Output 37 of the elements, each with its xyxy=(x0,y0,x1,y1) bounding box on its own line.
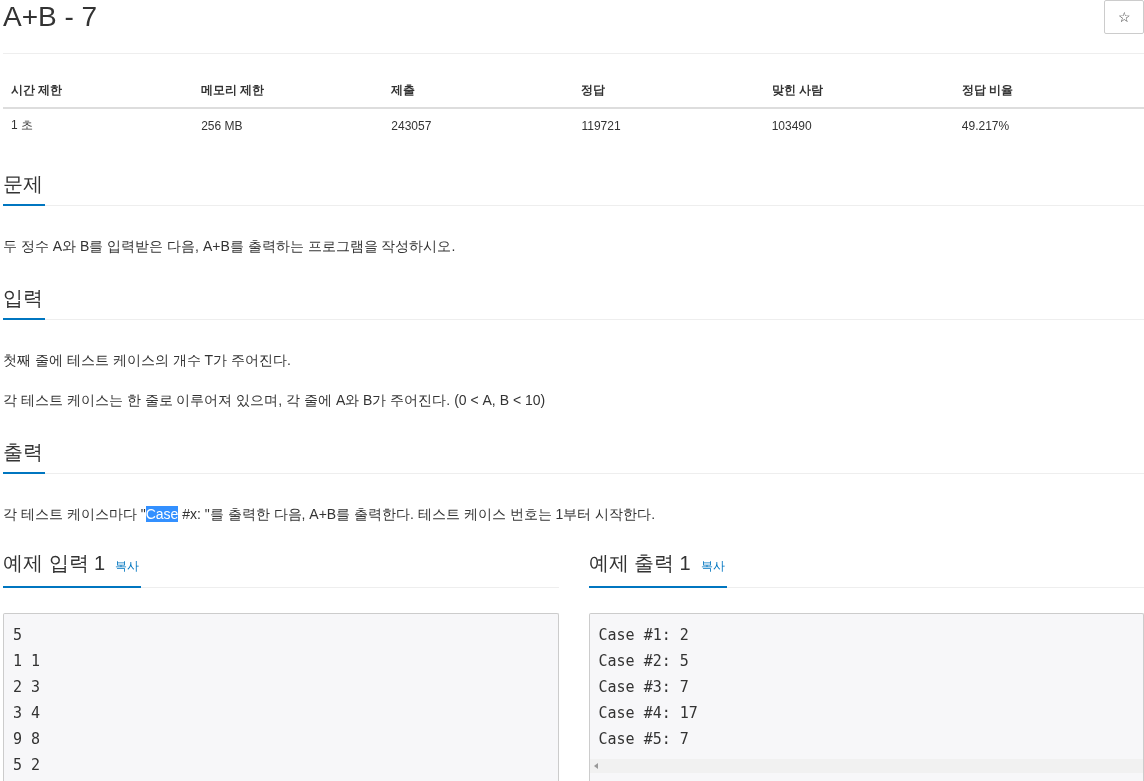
code-line: 2 3 xyxy=(13,677,42,698)
code-line: 3 4 xyxy=(13,703,42,724)
table-cell: 243057 xyxy=(383,108,574,142)
code-line: 5 xyxy=(13,625,24,646)
horizontal-scrollbar[interactable] xyxy=(589,759,1143,773)
column-header: 메모리 제한 xyxy=(193,74,384,108)
column-header: 시간 제한 xyxy=(3,74,194,108)
code-line: 1 1 xyxy=(13,651,42,672)
table-cell: 49.217% xyxy=(953,108,1144,142)
paragraph: 각 테스트 케이스마다 "Case #x: "를 출력한 다음, A+B를 출력한다. 테스트 케이스 번호는 1부터 시작한다. xyxy=(3,505,657,524)
table-cell: 256 MB xyxy=(193,108,384,142)
section-heading: 출력 xyxy=(3,440,45,474)
sample-heading: 예제 입력 1 xyxy=(3,551,106,575)
paragraph: 각 테스트 케이스는 한 줄로 이루어져 있으며, 각 줄에 A와 B가 주어진다. (0 < A, B < 10) xyxy=(3,391,547,410)
table-cell: 103490 xyxy=(763,108,954,142)
column-header: 정답 비율 xyxy=(953,74,1144,108)
code-line: Case #3: 7 xyxy=(598,677,690,698)
section-heading: 문제 xyxy=(3,172,45,206)
code-line: Case #5: 7 xyxy=(598,729,690,750)
table-cell: 119721 xyxy=(573,108,764,142)
column-header: 정답 xyxy=(573,74,764,108)
column-header: 제출 xyxy=(383,74,574,108)
code-line: 9 8 xyxy=(13,729,42,750)
problem-title: A+B - 7 xyxy=(3,0,98,34)
column-header: 맞힌 사람 xyxy=(763,74,954,108)
sample-heading: 예제 출력 1 xyxy=(588,551,691,575)
copy-link[interactable]: 복사 xyxy=(700,554,725,578)
copy-link[interactable]: 복사 xyxy=(115,554,140,578)
paragraph: 두 정수 A와 B를 입력받은 다음, A+B를 출력하는 프로그램을 작성하시오. xyxy=(3,237,457,256)
bookmark-star-button[interactable]: ☆ xyxy=(1104,0,1144,34)
code-line: Case #1: 2 xyxy=(598,625,690,646)
code-line: Case #4: 17 xyxy=(598,703,699,724)
paragraph: 첫째 줄에 테스트 케이스의 개수 T가 주어진다. xyxy=(3,351,292,370)
code-line: 5 2 xyxy=(13,755,42,776)
code-line: Case #2: 5 xyxy=(598,651,690,672)
table-cell: 1 초 xyxy=(3,108,194,142)
section-heading: 입력 xyxy=(3,286,45,320)
